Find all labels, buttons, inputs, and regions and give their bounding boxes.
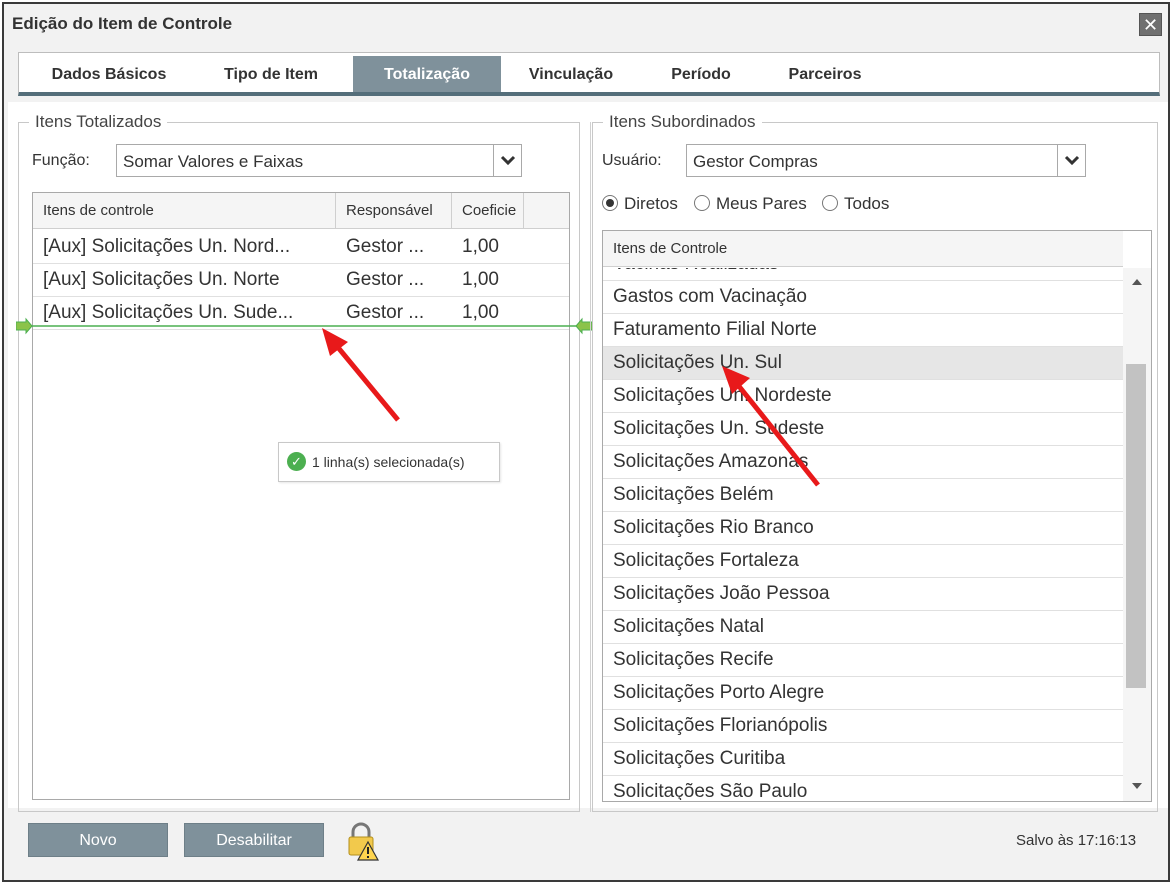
annotation-arrows [322, 328, 820, 487]
annotation-arrowhead [722, 366, 750, 394]
